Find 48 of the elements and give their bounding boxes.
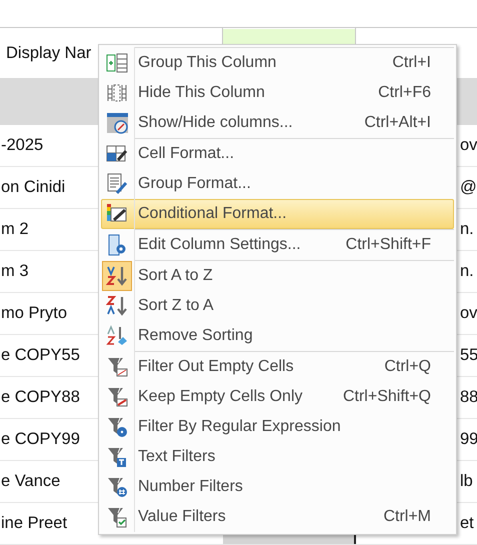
menu-item[interactable]: Group This Column Ctrl+I bbox=[101, 48, 454, 78]
menu-item[interactable]: Filter By Regular Expression bbox=[101, 412, 454, 442]
filter-icon bbox=[106, 386, 128, 408]
menu-item[interactable]: Hide This Column Ctrl+F6 bbox=[101, 78, 454, 108]
sort-descending-icon bbox=[106, 295, 128, 317]
table-cell: n. bbox=[460, 262, 474, 281]
menu-item[interactable]: Show/Hide columns... Ctrl+Alt+I bbox=[101, 108, 454, 138]
table-cell: m 3 bbox=[1, 262, 29, 281]
table-cell: n. bbox=[460, 220, 474, 239]
table-cell: -2025 bbox=[1, 136, 44, 155]
table-cell: ov bbox=[460, 304, 477, 323]
menu-item[interactable]: Value Filters Ctrl+M bbox=[101, 502, 454, 532]
remove-sort-icon bbox=[106, 325, 128, 347]
table-cell: ine Preet bbox=[1, 514, 68, 533]
table-cell: lb bbox=[460, 472, 473, 491]
table-cell: et bbox=[460, 514, 474, 533]
column-settings-icon bbox=[106, 112, 128, 134]
table-cell: e Vance bbox=[1, 472, 60, 491]
menu-item[interactable]: Filter Out Empty Cells Ctrl+Q bbox=[101, 352, 454, 382]
filter-icon bbox=[106, 416, 128, 438]
table-cell: ov bbox=[460, 136, 477, 155]
menu-item[interactable]: Conditional Format... bbox=[101, 199, 454, 229]
table-cell: mo Pryto bbox=[1, 304, 68, 323]
document-brush-icon bbox=[106, 173, 128, 195]
menu-item[interactable]: Remove Sorting bbox=[101, 321, 454, 351]
table-cell: m 2 bbox=[1, 220, 29, 239]
menu-item[interactable]: Cell Format... bbox=[101, 139, 454, 169]
table-cell: e COPY55 bbox=[1, 346, 80, 365]
table-cell: on Cinidi bbox=[1, 178, 66, 197]
menu-item[interactable]: Group Format... bbox=[101, 169, 454, 199]
table-cell: e COPY88 bbox=[1, 388, 80, 407]
filter-cell[interactable] bbox=[223, 29, 355, 45]
hidden-column-icon bbox=[106, 82, 128, 104]
table-cell: @ bbox=[460, 178, 477, 197]
menu-item[interactable]: Text Filters bbox=[101, 442, 454, 472]
column-gear-icon bbox=[106, 234, 128, 256]
menu-item[interactable]: Sort A to Z bbox=[101, 261, 454, 291]
menu-item[interactable]: Edit Column Settings... Ctrl+Shift+F bbox=[101, 230, 454, 260]
filter-icon bbox=[106, 476, 128, 498]
column-header[interactable]: Display Nar bbox=[6, 44, 92, 62]
filter-icon bbox=[106, 446, 128, 468]
menu-item[interactable]: Keep Empty Cells Only Ctrl+Shift+Q bbox=[101, 382, 454, 412]
columns-icon bbox=[106, 52, 128, 74]
filter-icon bbox=[106, 506, 128, 528]
filter-icon bbox=[106, 356, 128, 378]
table-cell: e COPY99 bbox=[1, 430, 80, 449]
menu-item[interactable]: Number Filters bbox=[101, 472, 454, 502]
menu-item[interactable]: Sort Z to A bbox=[101, 291, 454, 321]
